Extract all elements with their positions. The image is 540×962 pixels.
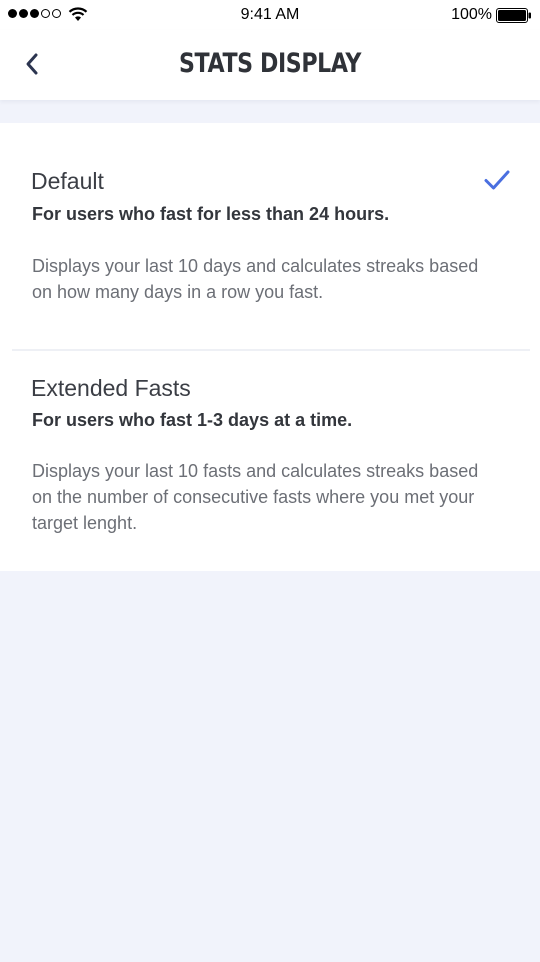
battery-icon (496, 8, 531, 23)
page-title: STATS DISPLAY (178, 48, 362, 79)
chevron-left-icon (26, 53, 38, 75)
back-button[interactable] (14, 46, 50, 82)
status-bar: 9:41 AM 100% (0, 0, 540, 30)
option-subtitle: For users who fast 1-3 days at a time. (32, 410, 353, 430)
option-title: Extended Fasts (31, 375, 191, 401)
option-subtitle: For users who fast for less than 24 hour… (32, 204, 390, 224)
option-description: Displays your last 10 fasts and calculat… (32, 461, 479, 533)
option-extended-fasts[interactable]: Extended Fasts For users who fast 1-3 da… (0, 350, 540, 571)
checkmark-icon (484, 170, 510, 190)
options-card: Default For users who fast for less than… (0, 123, 540, 571)
option-default[interactable]: Default For users who fast for less than… (0, 123, 540, 349)
option-title: Default (31, 168, 104, 194)
nav-bar: STATS DISPLAY (0, 30, 540, 100)
option-description: Displays your last 10 days and calculate… (32, 256, 479, 302)
battery-percentage: 100% (451, 6, 492, 23)
